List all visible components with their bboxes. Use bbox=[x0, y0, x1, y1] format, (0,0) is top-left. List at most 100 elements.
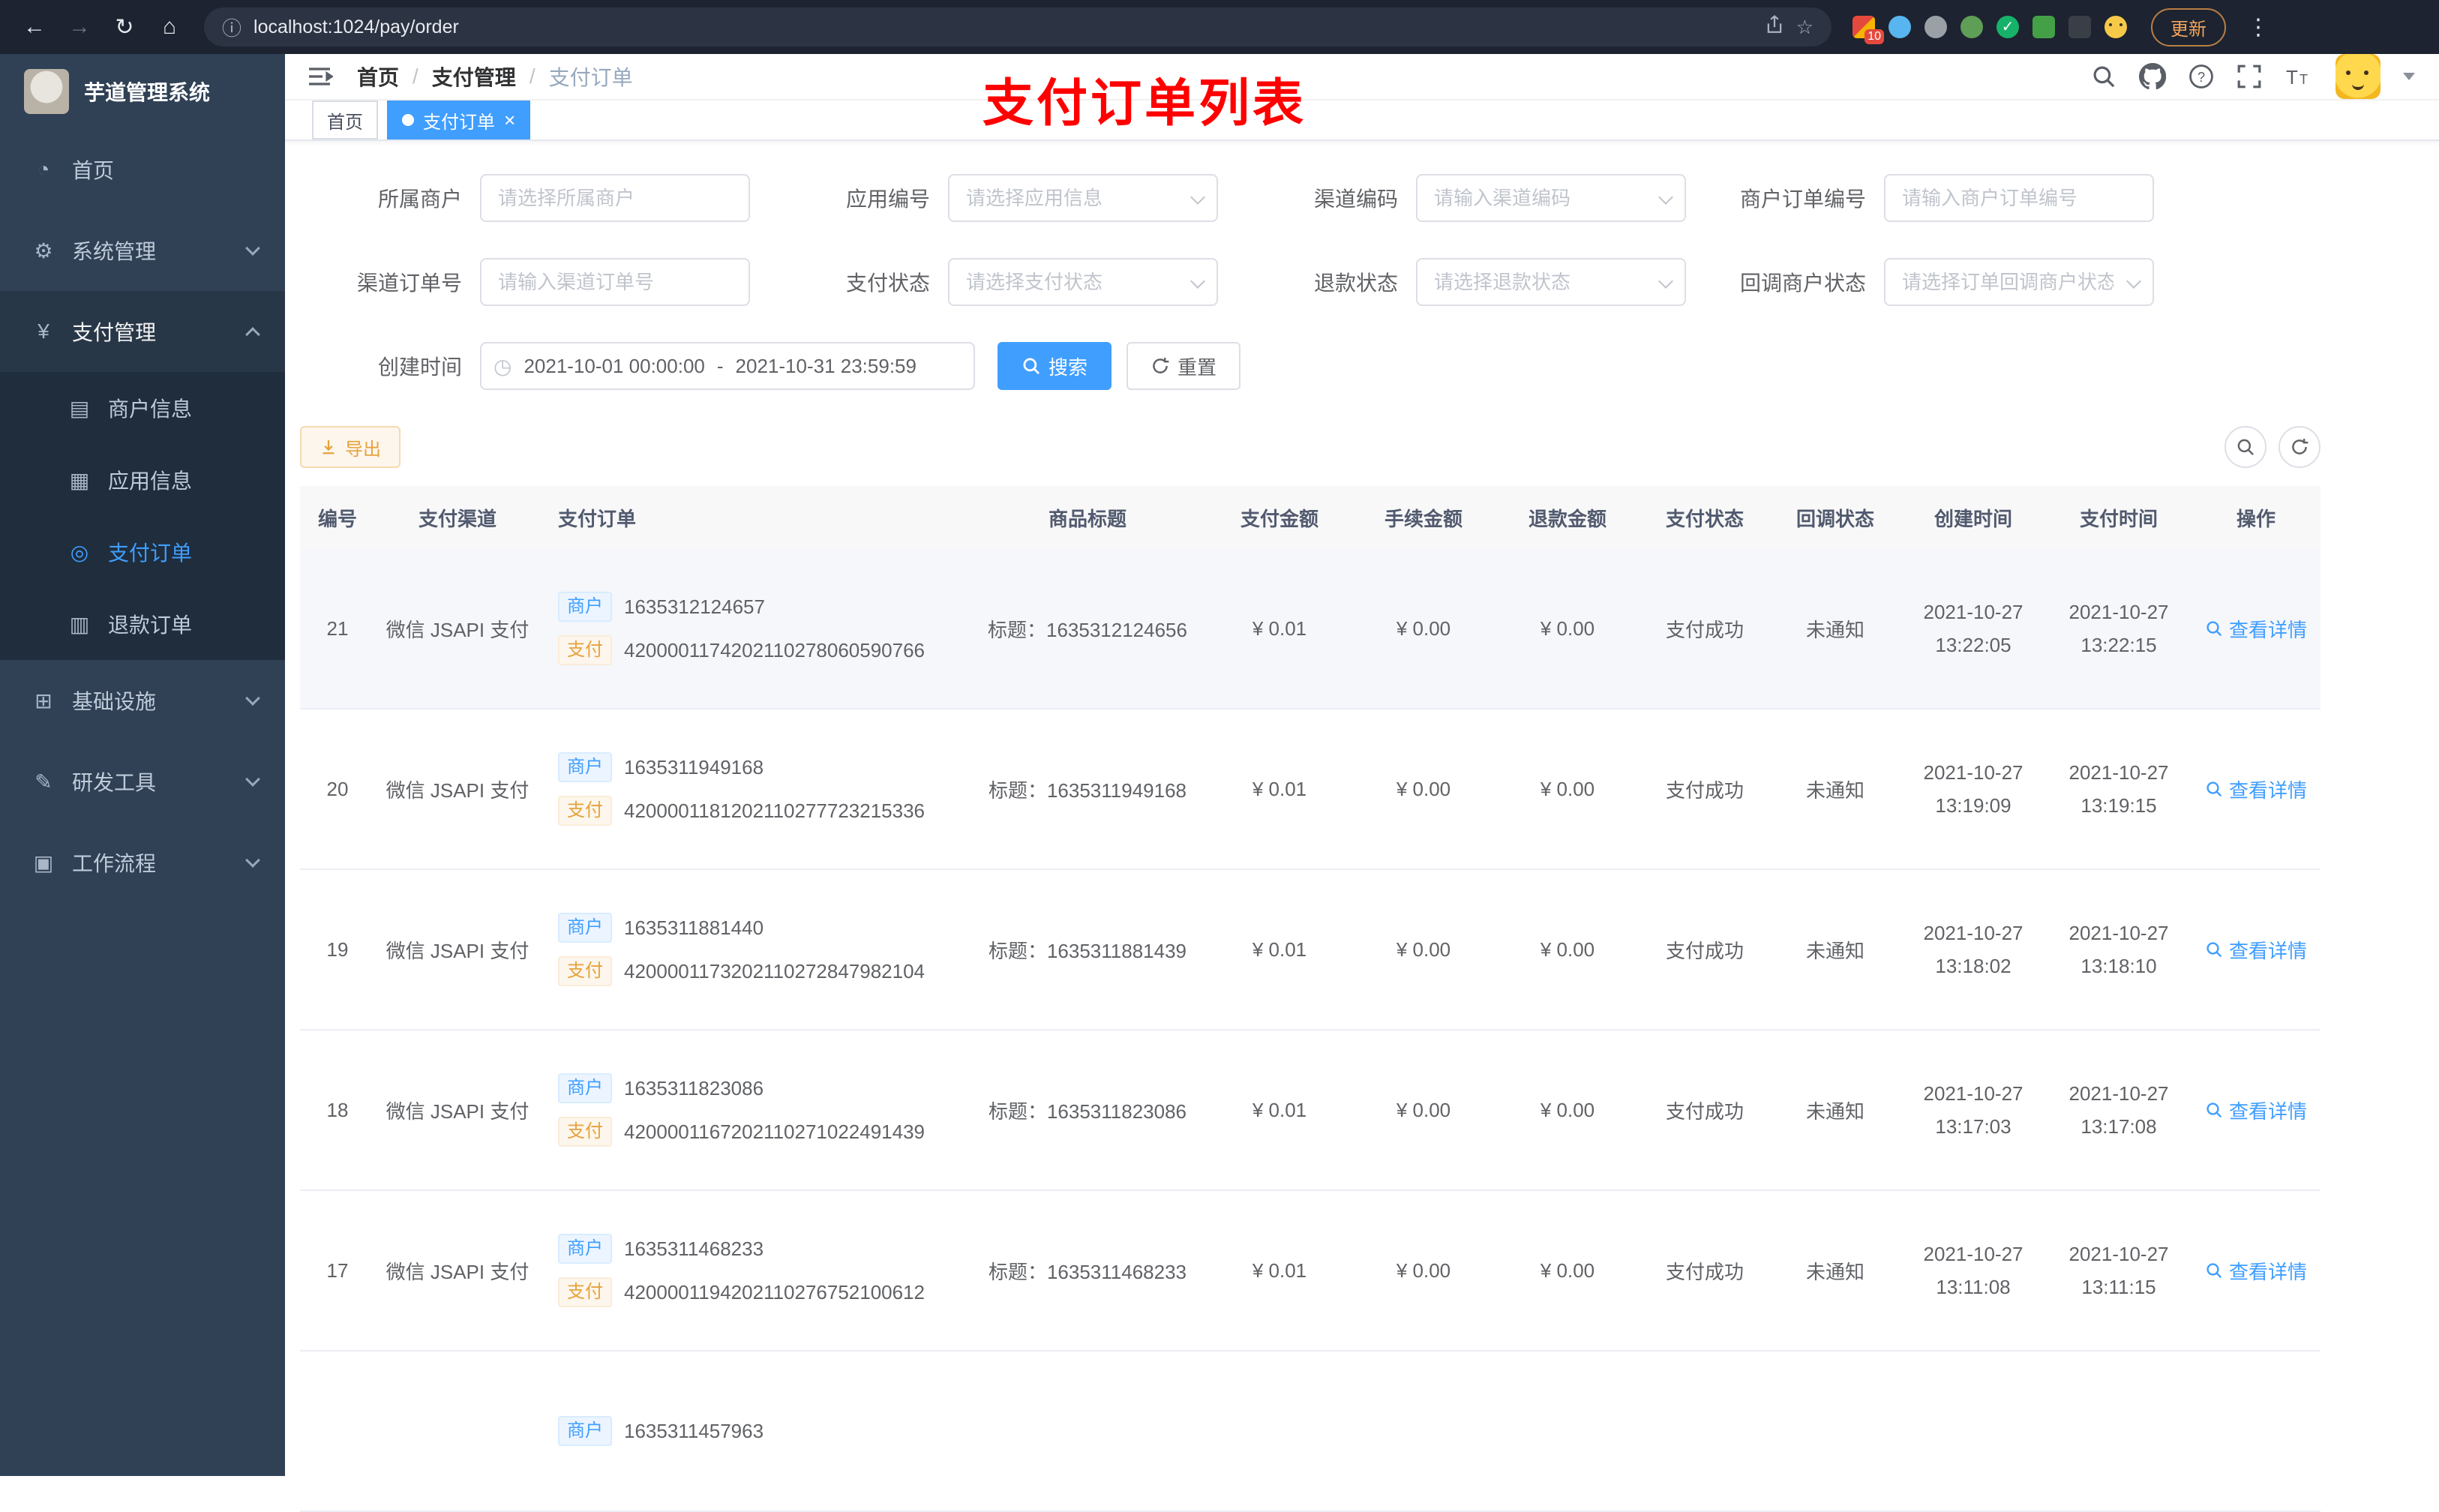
sidebar-item-workflow[interactable]: ▣ 工作流程 bbox=[0, 822, 285, 903]
help-icon[interactable]: ? bbox=[2188, 64, 2214, 89]
pay-tag: 支付 bbox=[558, 1277, 612, 1307]
pay-tag: 支付 bbox=[558, 796, 612, 826]
breadcrumb-section[interactable]: 支付管理 bbox=[432, 62, 516, 92]
sidebar-item-label: 退款订单 bbox=[108, 614, 193, 637]
app-logo[interactable]: 芋道管理系统 bbox=[0, 54, 285, 129]
merchant-tag: 商户 bbox=[558, 1416, 612, 1446]
home-icon[interactable]: ⌂ bbox=[150, 14, 189, 40]
sidebar-item-pay-order[interactable]: ◎ 支付订单 bbox=[0, 516, 285, 588]
column-header: 支付订单 bbox=[558, 507, 637, 530]
share-icon[interactable] bbox=[1765, 14, 1784, 40]
search-button[interactable]: 搜索 bbox=[998, 342, 1112, 390]
pay-order-no: 4200001167202110271022491439 bbox=[624, 1120, 926, 1143]
filter-app: 应用编号 bbox=[768, 174, 1236, 222]
back-icon[interactable]: ← bbox=[15, 14, 54, 40]
filter-label: 渠道编码 bbox=[1313, 188, 1398, 211]
pay-status-select[interactable] bbox=[948, 258, 1218, 306]
site-info-icon[interactable]: ⓘ bbox=[222, 14, 242, 41]
document-icon: ▥ bbox=[69, 612, 90, 636]
extension-drop-icon[interactable] bbox=[1888, 16, 1911, 38]
extension-pin-icon[interactable] bbox=[2068, 16, 2091, 38]
extension-face-icon[interactable] bbox=[2104, 16, 2127, 38]
extension-green-icon[interactable] bbox=[1960, 16, 1983, 38]
url-text: localhost:1024/pay/order bbox=[254, 16, 459, 38]
fullscreen-icon[interactable] bbox=[2236, 64, 2262, 89]
search-icon[interactable] bbox=[2091, 64, 2116, 89]
refund-status-select[interactable] bbox=[1416, 258, 1686, 306]
hamburger-icon[interactable] bbox=[306, 63, 333, 90]
github-icon[interactable] bbox=[2139, 63, 2166, 90]
cell-pay-time: 2021-10-27 13:18:10 bbox=[2068, 921, 2169, 977]
sidebar-item-payment[interactable]: ¥ 支付管理 bbox=[0, 291, 285, 372]
sidebar-item-merchant-info[interactable]: ▤ 商户信息 bbox=[0, 372, 285, 444]
sidebar-item-refund-order[interactable]: ▥ 退款订单 bbox=[0, 588, 285, 660]
extension-globe-icon[interactable] bbox=[1924, 16, 1947, 38]
column-header: 支付时间 bbox=[2079, 507, 2158, 530]
cell-title: 标题：1635311468233 bbox=[988, 1260, 1187, 1283]
sidebar-item-infrastructure[interactable]: ⊞ 基础设施 bbox=[0, 660, 285, 741]
tab-pay-order[interactable]: 支付订单 × bbox=[387, 100, 531, 140]
extension-chat-icon[interactable] bbox=[2032, 16, 2055, 38]
view-detail-link[interactable]: 查看详情 bbox=[2205, 1096, 2307, 1124]
breadcrumb-current: 支付订单 bbox=[548, 66, 633, 89]
table-row[interactable]: 17 微信 JSAPI 支付 商户 1635311468233 支付 4200001… bbox=[300, 1191, 2320, 1352]
cell-pay-order: 商户 1635311823086 支付 4200001167202110271022… bbox=[540, 1073, 968, 1147]
sidebar-item-home[interactable]: ◔ 首页 bbox=[0, 129, 285, 210]
table-row[interactable]: 18 微信 JSAPI 支付 商户 1635311823086 支付 4200001… bbox=[300, 1030, 2320, 1191]
refresh-table-button[interactable] bbox=[2278, 426, 2320, 468]
font-size-icon[interactable]: TT bbox=[2284, 64, 2313, 89]
cell-title: 标题：1635312124656 bbox=[988, 618, 1187, 641]
extension-puzzle-icon[interactable]: 10 bbox=[1852, 16, 1884, 44]
channel-code-select[interactable] bbox=[1416, 174, 1686, 222]
extension-check-icon[interactable]: ✓ bbox=[1996, 16, 2019, 38]
merchant-tag: 商户 bbox=[558, 913, 612, 943]
export-button[interactable]: 导出 bbox=[300, 426, 400, 468]
cell-order-no: 19 bbox=[326, 938, 349, 961]
merchant-order-no: 1635311823086 bbox=[624, 1076, 764, 1100]
reset-button[interactable]: 重置 bbox=[1126, 342, 1241, 390]
svg-text:T: T bbox=[2286, 66, 2298, 88]
table-row[interactable]: 商户 1635311457963 bbox=[300, 1352, 2320, 1512]
table-row[interactable]: 21 微信 JSAPI 支付 商户 1635312124657 支付 4200001… bbox=[300, 549, 2320, 710]
merchant-order-no: 1635311949168 bbox=[624, 755, 764, 778]
bookmark-star-icon[interactable]: ☆ bbox=[1796, 16, 1814, 39]
merchant-order-no-input[interactable] bbox=[1884, 174, 2154, 222]
chevron-down-icon bbox=[245, 853, 260, 868]
cell-channel: 微信 JSAPI 支付 bbox=[386, 778, 530, 802]
breadcrumb-home[interactable]: 首页 bbox=[357, 62, 399, 92]
refresh-icon[interactable]: ↻ bbox=[105, 14, 144, 40]
view-detail-link[interactable]: 查看详情 bbox=[2205, 936, 2307, 964]
tab-home[interactable]: 首页 bbox=[312, 100, 378, 140]
cell-refund: ¥ 0.00 bbox=[1540, 1098, 1595, 1121]
cell-amount: ¥ 0.01 bbox=[1252, 938, 1307, 961]
view-detail-link[interactable]: 查看详情 bbox=[2205, 776, 2307, 803]
sidebar-item-dev-tools[interactable]: ✎ 研发工具 bbox=[0, 741, 285, 822]
sidebar-item-app-info[interactable]: ▦ 应用信息 bbox=[0, 444, 285, 516]
table-row[interactable]: 19 微信 JSAPI 支付 商户 1635311881440 支付 4200001… bbox=[300, 870, 2320, 1030]
channel-order-no-input[interactable] bbox=[480, 258, 750, 306]
date-range-picker[interactable]: ◷ 2021-10-01 00:00:00 - 2021-10-31 23:59… bbox=[480, 342, 975, 390]
monitor-icon: ⊞ bbox=[34, 688, 52, 712]
chevron-down-icon bbox=[245, 241, 260, 256]
filter-label: 退款状态 bbox=[1313, 272, 1398, 295]
forward-icon[interactable]: → bbox=[60, 14, 99, 40]
cell-create-time: 2021-10-27 13:11:08 bbox=[1923, 1242, 2024, 1298]
browser-menu-icon[interactable]: ⋮ bbox=[2247, 14, 2270, 40]
sidebar-item-system[interactable]: ⚙ 系统管理 bbox=[0, 210, 285, 291]
user-avatar[interactable] bbox=[2336, 54, 2380, 99]
table-row[interactable]: 20 微信 JSAPI 支付 商户 1635311949168 支付 4200001… bbox=[300, 710, 2320, 870]
notify-status-select[interactable] bbox=[1884, 258, 2154, 306]
close-icon[interactable]: × bbox=[504, 110, 515, 130]
view-detail-link[interactable]: 查看详情 bbox=[2205, 1257, 2307, 1285]
pay-order-no: 4200001194202110276752100612 bbox=[624, 1280, 926, 1304]
view-detail-link[interactable]: 查看详情 bbox=[2205, 615, 2307, 643]
toggle-search-button[interactable] bbox=[2224, 426, 2266, 468]
sidebar-item-label: 支付订单 bbox=[108, 542, 193, 565]
merchant-input[interactable] bbox=[480, 174, 750, 222]
url-bar[interactable]: ⓘ localhost:1024/pay/order ☆ bbox=[204, 8, 1832, 46]
sidebar-submenu-payment: ▤ 商户信息 ▦ 应用信息 ◎ 支付订单 ▥ 退款订单 bbox=[0, 372, 285, 660]
sidebar-item-label: 支付管理 bbox=[72, 321, 157, 344]
avatar-caret-icon[interactable] bbox=[2403, 73, 2415, 80]
browser-update-button[interactable]: 更新 bbox=[2151, 8, 2226, 46]
app-select[interactable] bbox=[948, 174, 1218, 222]
